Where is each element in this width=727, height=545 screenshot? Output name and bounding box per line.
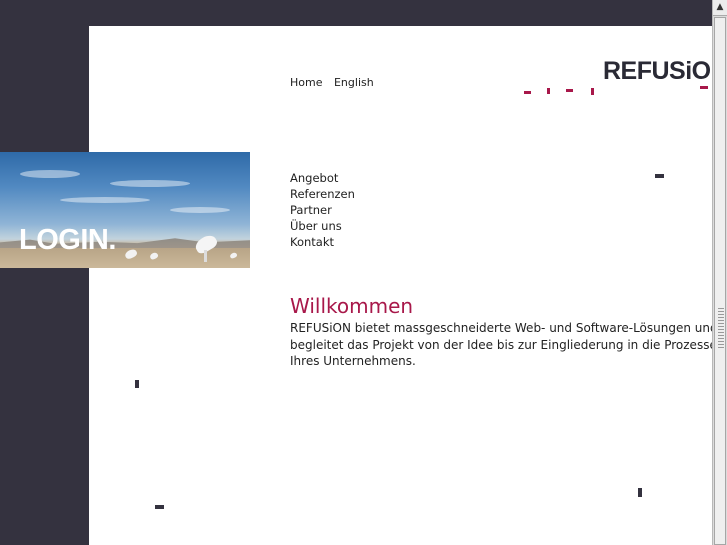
login-banner[interactable]: LOGIN. [0, 152, 250, 268]
scroll-thumb[interactable] [714, 17, 726, 545]
content-panel [89, 26, 712, 545]
logo-mark [591, 88, 594, 95]
logo-text: REFUSiON [603, 57, 712, 85]
nav-item-angebot[interactable]: Angebot [290, 170, 355, 186]
welcome-text: REFUSiON bietet massgeschneiderte Web- u… [290, 321, 712, 368]
top-dark-band [0, 0, 712, 26]
welcome-heading: Willkommen [290, 294, 414, 318]
arrow-up-icon[interactable]: ▲ [713, 0, 727, 16]
logo[interactable]: REFUSiON [600, 50, 712, 90]
grip-icon [718, 308, 724, 348]
nav-item-kontakt[interactable]: Kontakt [290, 234, 355, 250]
vertical-scrollbar[interactable]: ▲ [712, 0, 727, 545]
logo-mark [524, 91, 531, 94]
language-nav: Home English [290, 76, 382, 89]
logo-mark [566, 89, 573, 92]
main-nav: Angebot Referenzen Partner Über uns Kont… [290, 170, 355, 250]
logo-mark [700, 86, 708, 89]
nav-link-home[interactable]: Home [290, 76, 322, 89]
nav-item-partner[interactable]: Partner [290, 202, 355, 218]
deco-square [135, 380, 139, 388]
deco-square [155, 505, 164, 509]
left-dark-band [0, 0, 89, 545]
viewport: REFUSiON LOGIN. Home English Angebot Ref… [0, 0, 712, 545]
deco-square [655, 174, 664, 178]
nav-item-referenzen[interactable]: Referenzen [290, 186, 355, 202]
nav-item-ueber-uns[interactable]: Über uns [290, 218, 355, 234]
deco-square [638, 488, 642, 497]
logo-mark [547, 88, 550, 94]
nav-link-english[interactable]: English [334, 76, 374, 89]
login-label: LOGIN. [19, 224, 116, 256]
